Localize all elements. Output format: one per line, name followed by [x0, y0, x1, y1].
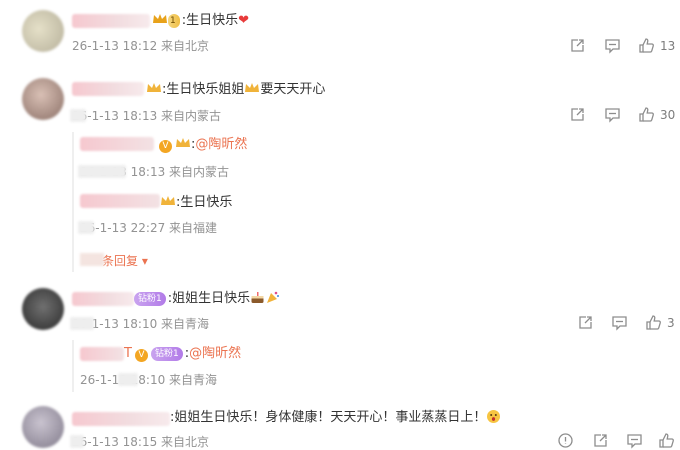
comment-text: 1:生日快乐❤	[152, 12, 249, 30]
comment-icon	[627, 434, 642, 449]
reply-thread-line	[72, 340, 74, 392]
like-count: 13	[660, 38, 676, 53]
like-icon	[646, 315, 661, 330]
username[interactable]	[72, 412, 170, 426]
comment-icon	[605, 39, 620, 54]
share-icon	[571, 108, 584, 121]
comment-button[interactable]	[604, 106, 621, 123]
diamond-fan-badge: 钻粉1	[134, 292, 166, 306]
like-icon	[639, 107, 654, 122]
meta-mask	[70, 109, 86, 122]
reply-meta: 26-1-13 22:27 来自福建	[80, 221, 218, 235]
like-icon	[659, 433, 674, 448]
more-replies-label: 条回复	[102, 254, 139, 268]
surprised-face-icon	[487, 410, 501, 423]
share-button[interactable]	[569, 106, 586, 123]
comment-text-suffix: 要天天开心	[260, 82, 326, 97]
share-button[interactable]	[577, 314, 594, 331]
meta-mask	[78, 221, 94, 234]
like-count: 30	[660, 107, 676, 122]
party-popper-icon	[267, 291, 280, 303]
like-button[interactable]	[658, 432, 675, 449]
mention-link[interactable]: @陶昕然	[189, 346, 241, 361]
share-button[interactable]	[592, 432, 609, 449]
comment-item: :生日快乐姐姐 要天天开心 26-1-13 18:13 来自内蒙古 30 V:@陶…	[0, 70, 680, 280]
report-button[interactable]	[557, 432, 574, 449]
crown-icon	[147, 83, 161, 92]
report-icon	[558, 433, 573, 448]
crown-icon	[161, 196, 175, 205]
username[interactable]	[72, 292, 134, 306]
comment-meta: 26-1-13 18:12 来自北京	[72, 39, 210, 53]
comment-item: 1:生日快乐❤ 26-1-13 18:12 来自北京 13	[0, 0, 680, 60]
comment-meta: 26-1-13 18:13 来自内蒙古	[72, 109, 222, 123]
level-badge: 1	[168, 14, 180, 28]
meta-mask	[118, 373, 138, 386]
avatar[interactable]	[22, 78, 64, 120]
verified-icon: V	[159, 139, 172, 153]
reply-username[interactable]	[80, 137, 154, 151]
share-button[interactable]	[569, 37, 586, 54]
comment-text: :姐姐生日快乐！身体健康！天天开心！事业蒸蒸日上！	[170, 409, 501, 427]
comment-button[interactable]	[611, 314, 628, 331]
mention-link[interactable]: @陶昕然	[195, 137, 247, 152]
like-button[interactable]: 3	[645, 314, 675, 331]
cake-icon	[251, 292, 264, 303]
reply-thread-line	[72, 132, 74, 272]
meta-mask	[78, 165, 126, 178]
comment-icon	[605, 108, 620, 123]
comment-text-content: :姐姐生日快乐	[167, 291, 251, 306]
like-button[interactable]: 30	[638, 106, 675, 123]
comment-item: :姐姐生日快乐！身体健康！天天开心！事业蒸蒸日上！ 26-1-13 18:15 …	[0, 398, 680, 450]
comment-text-content: :生日快乐姐姐	[162, 82, 245, 97]
comment-button[interactable]	[626, 432, 643, 449]
reply-text: V:@陶昕然	[156, 136, 247, 154]
meta-mask	[70, 435, 84, 448]
heart-icon: ❤	[238, 13, 250, 28]
crown-icon	[176, 138, 190, 147]
username[interactable]	[72, 82, 144, 96]
crown-icon	[245, 83, 260, 92]
like-count: 3	[667, 315, 675, 330]
diamond-fan-badge: 钻粉1	[150, 347, 183, 361]
share-icon	[571, 39, 584, 52]
reply-meta: 26-1-13 18:10 来自青海	[80, 373, 218, 387]
avatar[interactable]	[22, 10, 64, 52]
reply-username[interactable]	[80, 194, 160, 208]
share-icon	[579, 316, 592, 329]
comment-meta: 26-1-13 18:15 来自北京	[72, 435, 210, 449]
comment-text-content: :生日快乐	[181, 13, 239, 28]
comment-item: 钻粉1:姐姐生日快乐 26-1-13 18:10 来自青海 3 T V 钻粉1:@陶…	[0, 280, 680, 398]
comment-text-content: :姐姐生日快乐！身体健康！天天开心！事业蒸蒸日上！	[170, 410, 487, 425]
crown-icon	[153, 14, 167, 23]
reply-username-suffix: T	[124, 346, 132, 361]
reply-text-content: :生日快乐	[176, 195, 233, 210]
more-replies-mask	[80, 253, 104, 266]
verified-icon: V	[134, 348, 148, 362]
avatar[interactable]	[22, 288, 64, 330]
comment-text: 钻粉1:姐姐生日快乐	[134, 290, 280, 308]
reply-text: T V 钻粉1:@陶昕然	[124, 345, 241, 363]
comment-icon	[612, 316, 627, 331]
chevron-down-icon: ▾	[138, 254, 148, 268]
share-icon	[594, 434, 607, 447]
avatar[interactable]	[22, 406, 64, 448]
like-icon	[639, 38, 654, 53]
like-button[interactable]: 13	[638, 37, 675, 54]
username[interactable]	[72, 14, 150, 28]
reply-text: :生日快乐	[160, 194, 232, 212]
comment-text: :生日快乐姐姐 要天天开心	[146, 81, 325, 99]
reply-username[interactable]	[80, 347, 124, 361]
comment-button[interactable]	[604, 37, 621, 54]
meta-mask	[70, 317, 94, 330]
